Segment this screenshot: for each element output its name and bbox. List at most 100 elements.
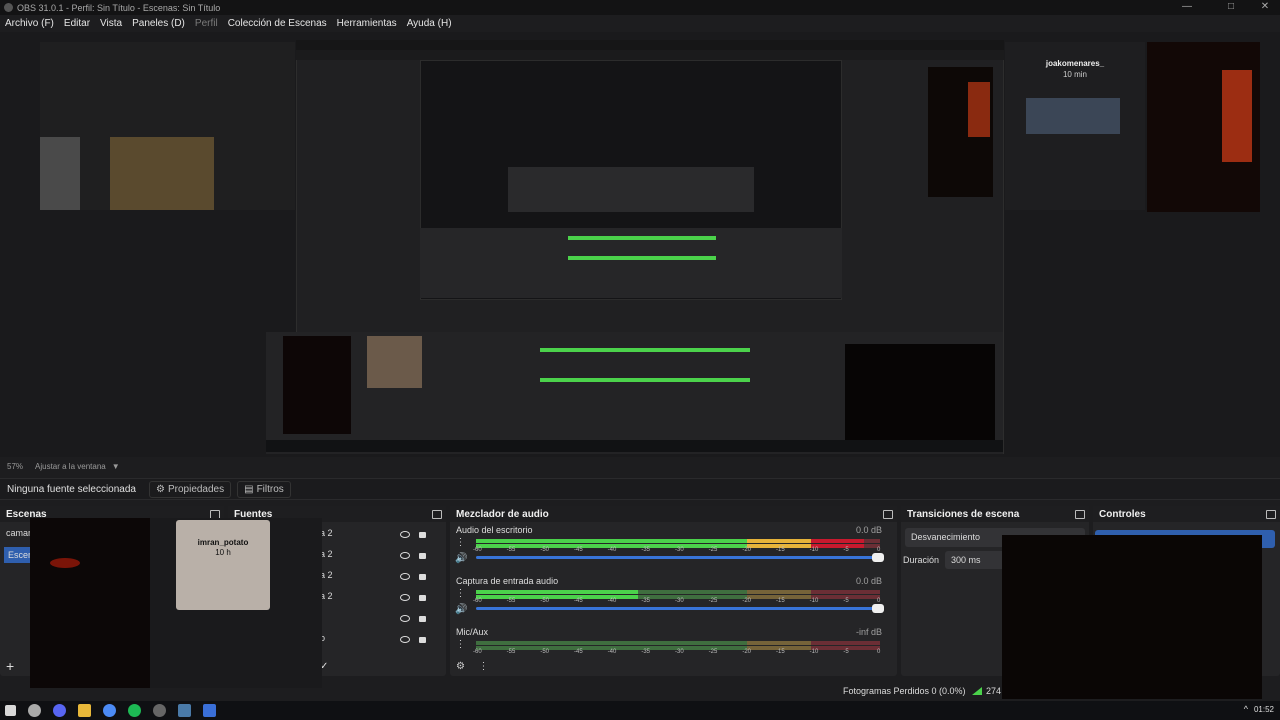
volume-knob[interactable] (872, 553, 884, 562)
gear-icon[interactable]: ⚙ (455, 661, 466, 672)
chevron-up-icon[interactable]: ^ (1244, 704, 1248, 714)
settings-icon[interactable] (28, 704, 41, 717)
undock-icon[interactable] (432, 509, 442, 519)
light-fragment (50, 558, 80, 568)
bitrate: 274 (986, 686, 1002, 696)
level-meter (476, 539, 880, 543)
preview-canvas[interactable]: joakomenares_ 10 min (0, 32, 1280, 457)
meter-tick-label: -5 (843, 649, 849, 655)
meter-zone (811, 641, 880, 645)
maximize-button[interactable]: □ (1218, 0, 1244, 15)
windows-start-icon[interactable] (5, 705, 16, 716)
nested-camera-overlay (283, 336, 351, 434)
meter-tick-label: -30 (675, 547, 684, 553)
channel-menu-icon[interactable]: ⋮ (455, 588, 466, 599)
meter-tick-label: -15 (776, 547, 785, 553)
channel-name: Mic/Aux (456, 627, 489, 637)
minimize-button[interactable]: — (1174, 0, 1200, 15)
menu-ayuda[interactable]: Ayuda (H) (407, 18, 452, 29)
meter-tick-label: -55 (506, 598, 516, 604)
meter-tick-label: -45 (574, 649, 583, 655)
dropped-frames: Fotogramas Perdidos 0 (0.0%) (843, 686, 966, 696)
meter-tick-label: -35 (641, 547, 650, 553)
menu-archivo[interactable]: Archivo (F) (5, 18, 54, 29)
meter-tick-label: -15 (776, 649, 785, 655)
menu-dots-icon[interactable]: ⋮ (478, 661, 489, 672)
lock-icon[interactable] (419, 595, 426, 601)
channel-name: Captura de entrada audio (456, 576, 559, 586)
eye-icon[interactable] (400, 531, 410, 538)
nested-camera-overlay (845, 344, 995, 440)
meter-tick-label: -20 (742, 547, 751, 553)
meter-tick-label: 0 (877, 649, 881, 655)
taskbar: ^ 01:52 (0, 701, 1280, 720)
performer-fragment (1222, 70, 1252, 162)
lock-icon[interactable] (419, 637, 426, 643)
nested-meter (568, 256, 716, 260)
meter-tick-label: -45 (574, 547, 583, 553)
undock-icon[interactable] (1075, 509, 1085, 519)
filters-button[interactable]: ▤ Filtros (237, 480, 291, 498)
mixer-channel: Audio del escritorio 0.0 dB ⋮ -60 -55 -50 -… (450, 522, 897, 573)
obs-logo-icon (4, 3, 13, 12)
volume-slider[interactable] (476, 607, 880, 610)
meter-zone (746, 641, 812, 645)
lock-icon[interactable] (419, 616, 426, 622)
notification-time: 10 h (215, 548, 231, 557)
fit-to-window-dropdown[interactable]: Ajustar a la ventana (35, 462, 106, 471)
menu-editar[interactable]: Editar (64, 18, 90, 29)
channel-menu-icon[interactable]: ⋮ (455, 537, 466, 548)
nested-taskbar (266, 440, 1003, 452)
speaker-icon[interactable]: 🔊 (455, 553, 467, 564)
no-source-label: Ninguna fuente seleccionada (7, 483, 136, 495)
volume-knob[interactable] (872, 604, 884, 613)
undock-icon[interactable] (1266, 509, 1276, 519)
eye-icon[interactable] (400, 615, 410, 622)
filter-icon: ▤ (244, 483, 254, 495)
nested-title-bar (296, 40, 1004, 50)
chrome-icon[interactable] (103, 704, 116, 717)
meter-tick-label: -45 (574, 598, 583, 604)
eye-icon[interactable] (400, 552, 410, 559)
discord-icon[interactable] (53, 704, 66, 717)
menu-perfil: Perfil (194, 18, 218, 29)
nested-potato-overlay (367, 336, 422, 388)
properties-button[interactable]: ⚙ Propiedades (149, 480, 232, 498)
menu-coleccion-escenas[interactable]: Colección de Escenas (228, 18, 327, 29)
chevron-down-icon[interactable]: ▼ (112, 462, 120, 471)
meter-tick-label: -50 (540, 598, 549, 604)
menu-paneles[interactable]: Paneles (D) (132, 18, 185, 29)
folder-icon[interactable] (78, 704, 91, 717)
lock-icon[interactable] (419, 553, 426, 559)
spotify-icon[interactable] (128, 704, 141, 717)
eye-icon[interactable] (400, 573, 410, 580)
eye-icon[interactable] (400, 636, 410, 643)
volume-slider[interactable] (476, 556, 880, 559)
close-button[interactable]: ✕ (1252, 0, 1278, 15)
lock-icon[interactable] (419, 532, 426, 538)
zoom-level: 57% (7, 461, 24, 471)
meter-fill (746, 539, 812, 543)
nested-meter (540, 378, 750, 382)
steam-icon[interactable] (178, 704, 191, 717)
obs-icon[interactable] (153, 704, 166, 717)
eye-icon[interactable] (400, 594, 410, 601)
gear-icon: ⚙ (156, 483, 165, 495)
window-title: OBS 31.0.1 - Perfil: Sin Título - Escena… (17, 2, 221, 13)
undock-icon[interactable] (883, 509, 893, 519)
meter-tick-label: -25 (708, 649, 718, 655)
channel-menu-icon[interactable]: ⋮ (455, 639, 466, 650)
menu-herramientas[interactable]: Herramientas (337, 18, 397, 29)
lock-icon[interactable] (419, 574, 426, 580)
controls-title: Controles (1099, 508, 1146, 520)
app-icon[interactable] (203, 704, 216, 717)
notification-thumbnail (1026, 98, 1120, 134)
transitions-title: Transiciones de escena (907, 508, 1020, 520)
level-meter (476, 641, 880, 645)
add-scene-button[interactable]: + (6, 658, 14, 674)
camera-overlay (30, 518, 150, 688)
camera-overlay (1002, 535, 1262, 699)
menu-vista[interactable]: Vista (100, 18, 122, 29)
speaker-icon[interactable]: 🔊 (455, 604, 467, 615)
meter-fill (476, 590, 638, 594)
